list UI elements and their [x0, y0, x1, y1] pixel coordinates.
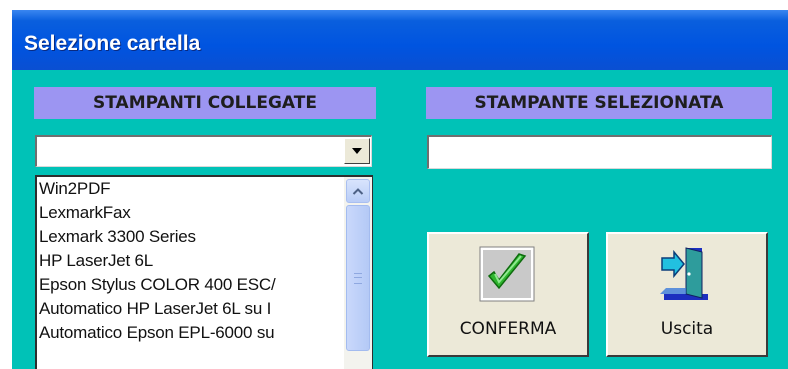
selected-printer-header: STAMPANTE SELEZIONATA — [426, 87, 772, 119]
list-item[interactable]: HP LaserJet 6L — [39, 249, 343, 273]
checkmark-icon — [479, 246, 535, 302]
list-item[interactable]: Epson Stylus COLOR 400 ESC/ — [39, 273, 343, 297]
chevron-up-icon — [352, 188, 364, 195]
printer-dropdown-list[interactable]: Win2PDF LexmarkFax Lexmark 3300 Series H… — [35, 175, 373, 369]
title-bar[interactable]: Selezione cartella — [12, 10, 788, 70]
scroll-up-button[interactable] — [346, 179, 370, 203]
selected-printer-field[interactable] — [427, 135, 772, 169]
printer-list-items: Win2PDF LexmarkFax Lexmark 3300 Series H… — [39, 177, 343, 345]
window-title: Selezione cartella — [24, 32, 201, 55]
chevron-down-icon — [352, 148, 362, 154]
exit-door-icon — [660, 247, 708, 300]
exit-button-label: Uscita — [660, 319, 714, 339]
list-item[interactable]: LexmarkFax — [39, 201, 343, 225]
printer-combo-value — [41, 142, 341, 162]
printer-combo-box[interactable] — [35, 135, 372, 167]
combo-dropdown-button[interactable] — [344, 138, 370, 164]
list-item[interactable]: Automatico HP LaserJet 6L su I — [39, 297, 343, 321]
grip-icon — [354, 272, 362, 284]
connected-printers-header: STAMPANTI COLLEGATE — [34, 87, 376, 119]
confirm-button[interactable]: CONFERMA — [427, 232, 589, 357]
scrollbar-thumb[interactable] — [346, 205, 370, 351]
dialog-window: Selezione cartella STAMPANTI COLLEGATE S… — [12, 10, 788, 369]
list-item[interactable]: Win2PDF — [39, 177, 343, 201]
exit-button[interactable]: Uscita — [606, 232, 768, 357]
confirm-button-label: CONFERMA — [459, 319, 557, 339]
list-item[interactable]: Automatico Epson EPL-6000 su — [39, 321, 343, 345]
list-item[interactable]: Lexmark 3300 Series — [39, 225, 343, 249]
vertical-scrollbar[interactable] — [344, 177, 372, 369]
